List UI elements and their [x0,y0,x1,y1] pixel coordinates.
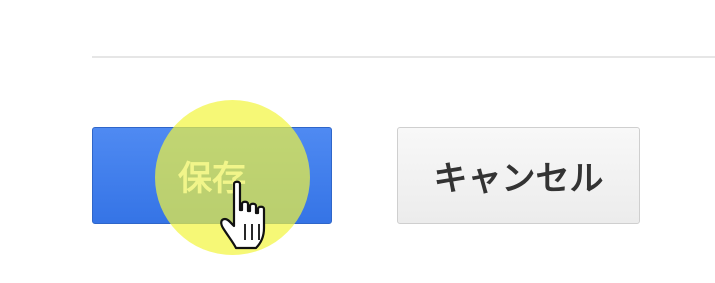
save-button[interactable] [92,127,332,224]
section-divider [92,56,715,58]
cancel-button[interactable]: キャンセル [397,127,640,224]
cancel-button-label: キャンセル [433,159,604,199]
